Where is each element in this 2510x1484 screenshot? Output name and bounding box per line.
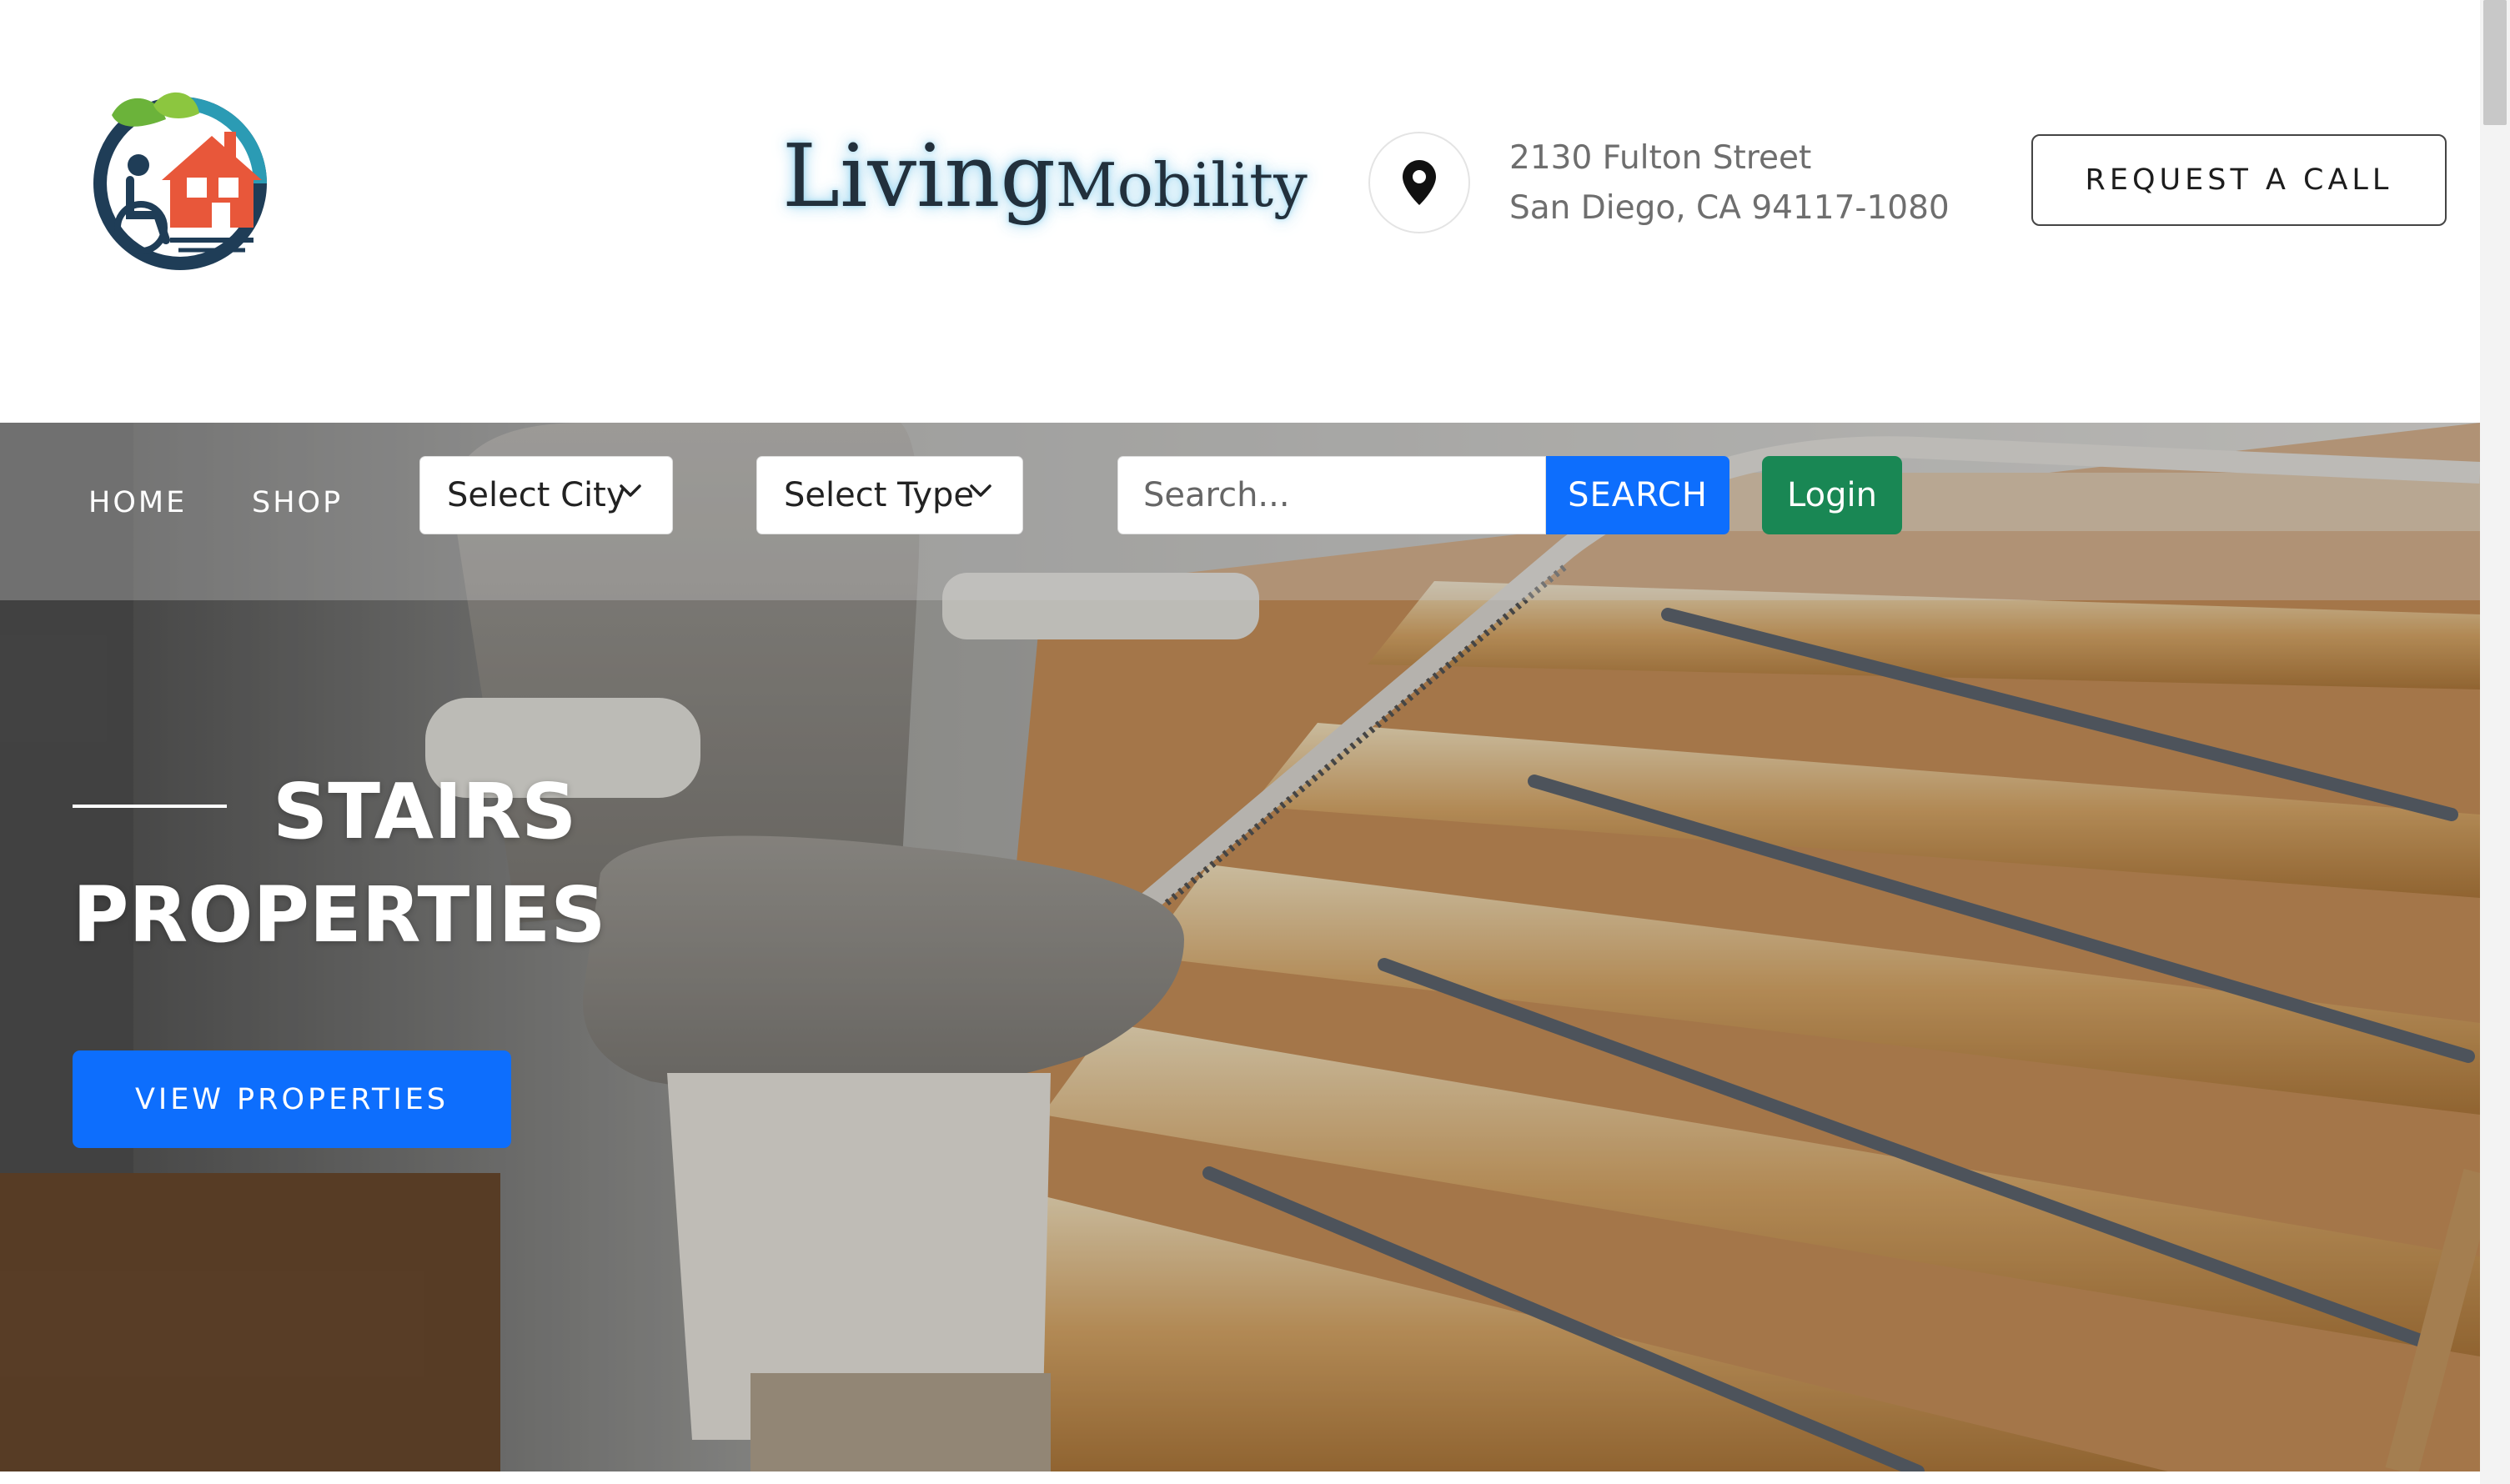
search-input[interactable] [1117,456,1546,534]
site-logo[interactable] [87,82,274,273]
brand-wordmark[interactable]: LivingMobility [782,125,1308,227]
address-block: 2130 Fulton Street San Diego, CA 94117-1… [1509,133,1950,233]
search-button[interactable]: SEARCH [1546,456,1729,534]
request-call-button[interactable]: REQUEST A CALL [2031,134,2447,226]
chevron-down-icon [620,484,641,497]
hero-section: HOME SHOP Select City Select Type SEARCH… [0,423,2480,1471]
site-header: LivingMobility 2130 Fulton Street San Di… [0,0,2480,423]
map-pin-icon [1403,160,1436,205]
type-select-label: Select Type [784,476,974,514]
chevron-down-icon [970,484,991,497]
main-nav: HOME SHOP Select City Select Type SEARCH… [0,423,2480,600]
hero-title-line-1: STAIRS [273,767,577,856]
location-badge [1368,132,1470,233]
type-select[interactable]: Select Type [756,456,1023,534]
address-line-2: San Diego, CA 94117-1080 [1509,189,1950,227]
hero-title: STAIRS PROPERTIES [73,760,823,967]
login-button[interactable]: Login [1762,456,1902,534]
view-properties-button[interactable]: VIEW PROPERTIES [73,1050,511,1148]
brand-name-part1: Living [782,125,1056,227]
address-line-1: 2130 Fulton Street [1509,139,1812,177]
nav-shop-link[interactable]: SHOP [252,486,343,519]
page-scrollbar[interactable] [2480,0,2510,1484]
nav-home-link[interactable]: HOME [88,486,187,519]
city-select-label: Select City [447,476,626,514]
hero-title-line-2: PROPERTIES [73,870,606,960]
brand-name-part2: Mobility [1055,150,1308,220]
scrollbar-thumb[interactable] [2483,0,2507,125]
city-select[interactable]: Select City [419,456,673,534]
